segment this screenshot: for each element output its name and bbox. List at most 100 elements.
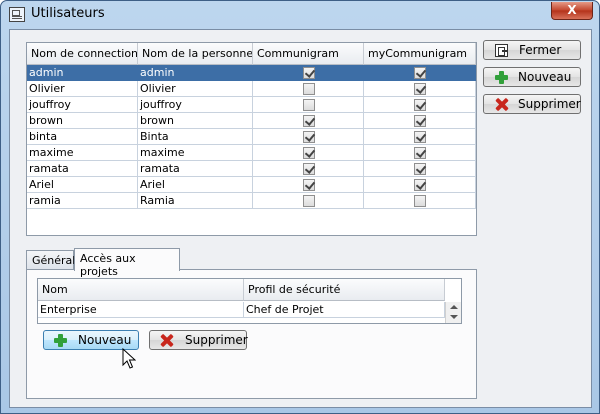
add-project-button[interactable]: Nouveau bbox=[43, 330, 139, 350]
login-cell[interactable]: binta bbox=[27, 129, 138, 145]
projects-table-header: Nom Profil de sécurité bbox=[38, 279, 445, 301]
column-header-mycommunigram[interactable]: myCommunigram bbox=[364, 43, 476, 65]
add-project-button-label: Nouveau bbox=[78, 333, 132, 347]
project-access-panel: Nom Profil de sécurité Enterprise Chef d… bbox=[26, 269, 477, 399]
person-name-cell[interactable]: maxime bbox=[138, 145, 253, 161]
communigram-checkbox[interactable] bbox=[303, 67, 315, 79]
communigram-cell bbox=[253, 129, 364, 145]
mycommunigram-cell bbox=[364, 81, 476, 97]
mycommunigram-cell bbox=[364, 145, 476, 161]
remove-project-button[interactable]: Supprimer bbox=[149, 330, 248, 350]
login-cell[interactable]: maxime bbox=[27, 145, 138, 161]
cursor-icon bbox=[122, 348, 136, 369]
login-cell[interactable]: Olivier bbox=[27, 81, 138, 97]
communigram-cell bbox=[253, 97, 364, 113]
mycommunigram-checkbox[interactable] bbox=[414, 131, 426, 143]
tab-project-access[interactable]: Accès aux projets bbox=[74, 248, 180, 278]
mycommunigram-cell bbox=[364, 113, 476, 129]
communigram-cell bbox=[253, 113, 364, 129]
scroll-down-icon[interactable] bbox=[450, 315, 458, 319]
x-icon bbox=[495, 98, 508, 111]
table-row[interactable]: Olivier Olivier bbox=[27, 81, 476, 97]
column-header-person-name[interactable]: Nom de la personne bbox=[138, 43, 253, 65]
app-icon bbox=[9, 7, 25, 22]
communigram-checkbox[interactable] bbox=[303, 99, 315, 111]
person-name-cell[interactable]: ramata bbox=[138, 161, 253, 177]
column-header-login[interactable]: Nom de connection bbox=[27, 43, 138, 65]
communigram-checkbox[interactable] bbox=[303, 195, 315, 207]
new-user-button-label: Nouveau bbox=[518, 70, 572, 84]
table-row[interactable]: jouffroy jouffroy bbox=[27, 97, 476, 113]
communigram-checkbox[interactable] bbox=[303, 163, 315, 175]
mycommunigram-cell bbox=[364, 65, 476, 81]
communigram-cell bbox=[253, 161, 364, 177]
remove-project-button-label: Supprimer bbox=[185, 333, 248, 347]
table-row[interactable]: admin admin bbox=[27, 65, 476, 81]
mycommunigram-checkbox[interactable] bbox=[414, 147, 426, 159]
mycommunigram-checkbox[interactable] bbox=[414, 115, 426, 127]
mycommunigram-checkbox[interactable] bbox=[414, 195, 426, 207]
login-cell[interactable]: Ariel bbox=[27, 177, 138, 193]
table-row[interactable]: Enterprise Chef de Projet bbox=[38, 302, 445, 318]
table-row[interactable]: maxime maxime bbox=[27, 145, 476, 161]
window-close-button[interactable]: X bbox=[551, 2, 593, 20]
plus-icon bbox=[495, 71, 508, 84]
login-cell[interactable]: jouffroy bbox=[27, 97, 138, 113]
users-window: Utilisateurs X Nom de connection Nom de … bbox=[0, 0, 600, 414]
close-button[interactable]: Fermer bbox=[483, 40, 581, 60]
communigram-cell bbox=[253, 177, 364, 193]
project-name-cell[interactable]: Enterprise bbox=[38, 302, 244, 318]
title-bar[interactable]: Utilisateurs X bbox=[1, 1, 599, 29]
mycommunigram-cell bbox=[364, 97, 476, 113]
delete-user-button-label: Supprimer bbox=[518, 97, 581, 111]
vertical-scrollbar[interactable] bbox=[445, 302, 461, 323]
table-row[interactable]: brown brown bbox=[27, 113, 476, 129]
scroll-up-icon[interactable] bbox=[450, 305, 458, 309]
table-row[interactable]: Ariel Ariel bbox=[27, 177, 476, 193]
mycommunigram-checkbox[interactable] bbox=[414, 99, 426, 111]
login-cell[interactable]: admin bbox=[27, 65, 138, 81]
exit-icon bbox=[495, 44, 508, 57]
delete-user-button[interactable]: Supprimer bbox=[483, 94, 581, 114]
users-table: Nom de connection Nom de la personne Com… bbox=[26, 42, 477, 236]
communigram-cell bbox=[253, 145, 364, 161]
login-cell[interactable]: brown bbox=[27, 113, 138, 129]
person-name-cell[interactable]: Olivier bbox=[138, 81, 253, 97]
table-row[interactable]: ramia Ramia bbox=[27, 193, 476, 209]
communigram-checkbox[interactable] bbox=[303, 147, 315, 159]
login-cell[interactable]: ramia bbox=[27, 193, 138, 209]
communigram-checkbox[interactable] bbox=[303, 115, 315, 127]
mycommunigram-cell bbox=[364, 161, 476, 177]
communigram-checkbox[interactable] bbox=[303, 131, 315, 143]
plus-icon bbox=[54, 334, 67, 347]
mycommunigram-cell bbox=[364, 129, 476, 145]
security-profile-cell[interactable]: Chef de Projet bbox=[244, 302, 445, 318]
communigram-cell bbox=[253, 193, 364, 209]
person-name-cell[interactable]: Ramia bbox=[138, 193, 253, 209]
person-name-cell[interactable]: brown bbox=[138, 113, 253, 129]
person-name-cell[interactable]: jouffroy bbox=[138, 97, 253, 113]
tab-general[interactable]: Général bbox=[26, 250, 75, 270]
communigram-cell bbox=[253, 65, 364, 81]
mycommunigram-checkbox[interactable] bbox=[414, 179, 426, 191]
mycommunigram-checkbox[interactable] bbox=[414, 83, 426, 95]
window-content: Nom de connection Nom de la personne Com… bbox=[9, 29, 592, 408]
login-cell[interactable]: ramata bbox=[27, 161, 138, 177]
close-button-label: Fermer bbox=[519, 43, 562, 57]
new-user-button[interactable]: Nouveau bbox=[483, 67, 581, 87]
communigram-cell bbox=[253, 81, 364, 97]
communigram-checkbox[interactable] bbox=[303, 179, 315, 191]
table-row[interactable]: ramata ramata bbox=[27, 161, 476, 177]
table-row[interactable]: binta Binta bbox=[27, 129, 476, 145]
person-name-cell[interactable]: Binta bbox=[138, 129, 253, 145]
mycommunigram-checkbox[interactable] bbox=[414, 67, 426, 79]
person-name-cell[interactable]: Ariel bbox=[138, 177, 253, 193]
person-name-cell[interactable]: admin bbox=[138, 65, 253, 81]
users-table-header: Nom de connection Nom de la personne Com… bbox=[27, 43, 476, 65]
communigram-checkbox[interactable] bbox=[303, 83, 315, 95]
column-header-communigram[interactable]: Communigram bbox=[253, 43, 364, 65]
mycommunigram-checkbox[interactable] bbox=[414, 163, 426, 175]
projects-table: Nom Profil de sécurité Enterprise Chef d… bbox=[37, 278, 462, 324]
column-header-security-profile[interactable]: Profil de sécurité bbox=[244, 279, 445, 301]
column-header-project-name[interactable]: Nom bbox=[38, 279, 244, 301]
